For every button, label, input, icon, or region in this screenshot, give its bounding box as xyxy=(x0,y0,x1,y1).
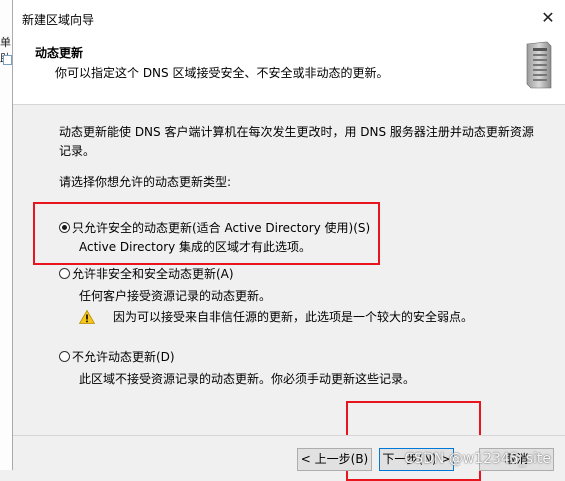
back-button[interactable]: < 上一步(B) xyxy=(297,448,372,471)
background-window: 单助 xyxy=(0,0,12,470)
radio-button[interactable] xyxy=(59,351,70,362)
wizard-header: 动态更新 你可以指定这个 DNS 区域接受安全、不安全或非动态的更新。 xyxy=(13,34,565,105)
radio-nonsecure-and-secure[interactable]: 允许非安全和安全动态更新(A) xyxy=(59,265,234,282)
radio-nonsecure-and-secure-label[interactable]: 允许非安全和安全动态更新(A) xyxy=(72,265,234,282)
radio-secure-only[interactable]: 只允许安全的动态更新(适合 Active Directory 使用)(S) xyxy=(59,219,370,236)
new-zone-wizard-dialog: 新建区域向导 ✕ 动态更新 你可以指定这个 DNS 区域接受安全、不安全或非动态… xyxy=(12,0,565,481)
security-warning: 因为可以接受来自非信任源的更新，此选项是一个较大的安全弱点。 xyxy=(79,308,473,325)
background-window-icon xyxy=(3,55,12,65)
server-icon xyxy=(526,41,552,89)
secure-only-description: Active Directory 集成的区域才有此选项。 xyxy=(79,240,312,254)
radio-no-dynamic-updates[interactable]: 不允许动态更新(D) xyxy=(59,348,175,365)
wizard-content: 动态更新能使 DNS 客户端计算机在每次发生更改时，用 DNS 服务器注册并动态… xyxy=(13,105,565,481)
warning-text: 因为可以接受来自非信任源的更新，此选项是一个较大的安全弱点。 xyxy=(113,310,474,324)
intro-text: 动态更新能使 DNS 客户端计算机在每次发生更改时，用 DNS 服务器注册并动态… xyxy=(59,125,534,158)
choose-prompt: 请选择你想允许的动态更新类型: xyxy=(59,175,232,189)
no-dynamic-description: 此区域不接受资源记录的动态更新。你必须手动更新这些记录。 xyxy=(79,372,416,386)
page-title: 动态更新 xyxy=(35,46,84,60)
dialog-title: 新建区域向导 xyxy=(22,13,95,27)
warning-icon xyxy=(79,309,95,324)
radio-button[interactable] xyxy=(59,268,70,279)
watermark: CSDN @w12345_site xyxy=(404,451,551,467)
close-button[interactable]: ✕ xyxy=(538,8,558,28)
radio-no-dynamic-updates-label[interactable]: 不允许动态更新(D) xyxy=(72,348,175,365)
radio-secure-only-label[interactable]: 只允许安全的动态更新(适合 Active Directory 使用)(S) xyxy=(72,219,370,236)
radio-button-checked[interactable] xyxy=(59,222,70,233)
page-subtitle: 你可以指定这个 DNS 区域接受安全、不安全或非动态的更新。 xyxy=(55,66,389,80)
title-bar: 新建区域向导 ✕ xyxy=(13,0,565,34)
nonsecure-description: 任何客户接受资源记录的动态更新。 xyxy=(79,289,272,303)
